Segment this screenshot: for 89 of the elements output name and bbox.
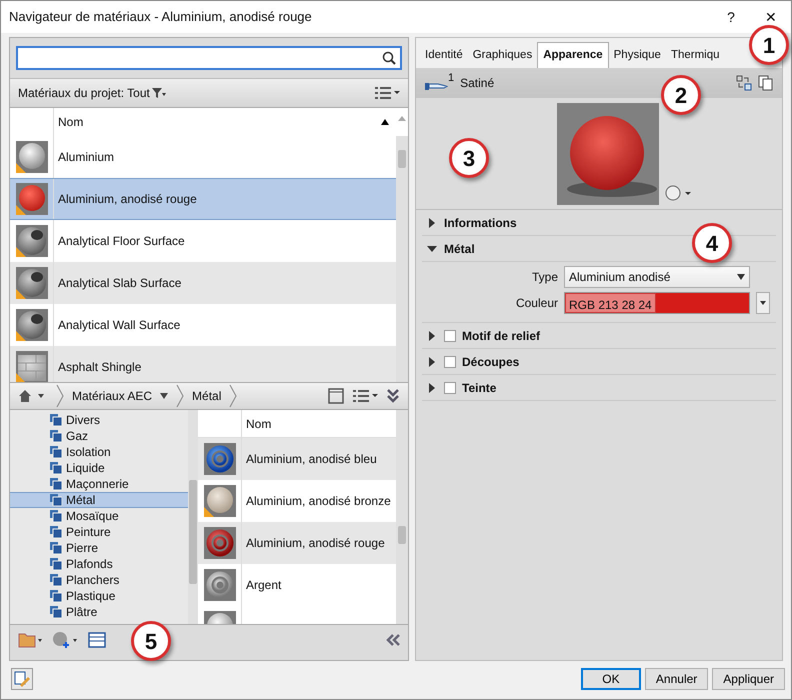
caret-icon [737,274,745,280]
field-label: Type [530,269,558,286]
folder-stack-icon [50,478,62,490]
asset-name: Satiné [460,75,494,92]
color-field[interactable]: RGB 213 28 24 [564,292,750,314]
tree-item[interactable]: Pierre [10,540,188,556]
filter-icon[interactable] [150,87,166,99]
sphere-shape-icon[interactable] [665,185,691,201]
folder-stack-icon [50,414,62,426]
folder-stack-icon [50,510,62,522]
dropdown[interactable]: Aluminium anodisé [564,266,750,288]
scrollbar[interactable] [396,136,408,382]
filter-label: Matériaux du projet: Tout [18,85,150,102]
scrollbar[interactable] [188,410,198,624]
folder-stack-icon [50,590,62,602]
tab[interactable]: Apparence [537,42,609,68]
column-header[interactable]: Nom [242,410,396,437]
tab[interactable]: Physique [608,42,666,68]
field-label: Couleur [514,295,558,312]
chevron-icon [176,384,184,408]
checkbox[interactable] [444,382,456,394]
caret-icon [160,393,168,399]
sort-ascending-icon [380,118,390,126]
checkbox[interactable] [444,330,456,342]
breadcrumb-item[interactable]: Métal [192,387,222,405]
material-row[interactable]: Aluminium [10,136,396,178]
double-chevron-left-icon[interactable] [386,632,400,646]
folder-stack-icon [50,430,62,442]
folder-stack-icon [50,542,62,554]
tab[interactable]: Identité [420,42,468,68]
folder-icon[interactable] [18,630,42,648]
search-field[interactable] [16,46,402,70]
material-row[interactable]: Analytical Wall Surface [10,304,396,346]
tree-item[interactable]: Mosaïque [10,508,188,524]
tree-item[interactable]: Maçonnerie [10,476,188,492]
asset-count: 1 [448,70,454,86]
dialog-button[interactable]: Annuler [644,668,708,690]
tree-item[interactable]: Divers [10,412,188,428]
search-icon [382,51,396,65]
list-view-icon[interactable] [374,86,400,100]
copy-icon[interactable] [758,75,774,91]
tab[interactable]: Graphiques [468,42,538,68]
sphere-add-icon[interactable] [52,630,78,648]
scrollbar[interactable] [396,410,408,624]
folder-stack-icon [50,494,62,506]
color-dropdown-button[interactable] [756,292,770,314]
dialog-button[interactable]: OK [580,668,641,690]
material-row[interactable]: Aluminium, anodisé rouge [10,178,396,220]
folder-stack-icon [50,574,62,586]
tree-item[interactable]: Plastique [10,588,188,604]
tree-item[interactable]: Planchers [10,572,188,588]
section-title: Métal [444,240,475,258]
list-view-icon[interactable] [352,389,378,403]
folder-stack-icon [50,446,62,458]
help-button[interactable]: ? [711,6,751,28]
double-chevron-down-icon[interactable] [386,388,400,404]
tree-item[interactable]: Isolation [10,444,188,460]
section-title: Motif de relief [462,328,540,344]
edit-icon[interactable] [11,668,33,690]
tree-item[interactable]: Métal [10,492,188,508]
swap-icon[interactable] [736,75,752,91]
material-row[interactable]: Analytical Floor Surface [10,220,396,262]
material-row[interactable]: Aluminium, anodisé bleu [198,438,396,480]
checkbox[interactable] [444,356,456,368]
panel-icon[interactable] [88,632,106,648]
folder-stack-icon [50,526,62,538]
tree-item[interactable]: Plâtre [10,604,188,620]
folder-stack-icon [50,462,62,474]
tree-item[interactable]: Plafonds [10,556,188,572]
section-title: Informations [444,214,517,232]
chevron-icon [229,384,238,408]
material-row[interactable]: Asphalt Shingle [10,346,396,382]
tree-item[interactable]: Gaz [10,428,188,444]
folder-stack-icon [50,606,62,618]
chevron-icon [56,384,64,408]
close-button[interactable]: ✕ [751,6,791,28]
folder-stack-icon [50,558,62,570]
tree-item[interactable]: Peinture [10,524,188,540]
caret-icon [760,301,766,305]
window-title: Navigateur de matériaux - Aluminium, anodisé rouge [9,9,312,24]
dialog-button[interactable]: Appliquer [712,668,785,690]
breadcrumb-item[interactable]: Matériaux AEC [72,387,168,405]
section-title: Teinte [462,380,496,396]
material-row[interactable]: Aluminium, anodisé rouge [198,522,396,564]
tab[interactable]: Thermiqu [666,42,725,68]
section-title: Découpes [462,354,520,370]
panel-icon[interactable] [328,388,344,404]
tree-item[interactable]: Liquide [10,460,188,476]
material-row[interactable]: Analytical Slab Surface [10,262,396,304]
